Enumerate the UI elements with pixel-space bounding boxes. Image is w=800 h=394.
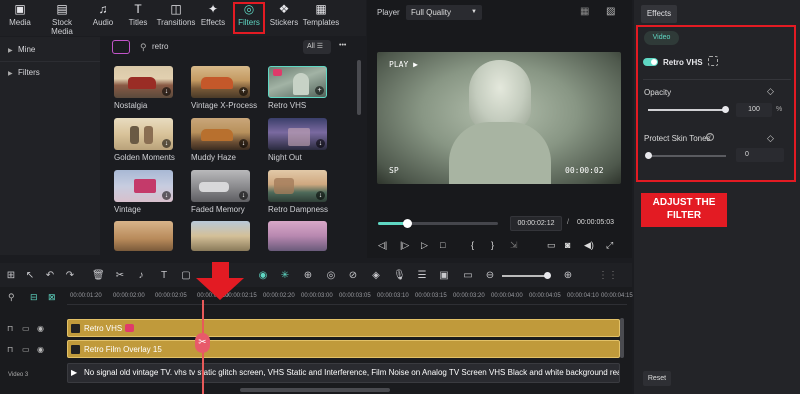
tick-label: 00:00:03:00 (301, 293, 333, 299)
clip-label: No signal old vintage TV. vhs tv static … (84, 368, 620, 377)
filter-clip-icon (71, 324, 80, 333)
effect-name: Retro VHS (663, 58, 703, 67)
arrow-shape (196, 262, 244, 300)
tick-label: 00:00:02:00 (113, 293, 145, 299)
tick-label: 00:00:04:05 (529, 293, 561, 299)
track-type-icon[interactable]: ▭ (22, 345, 30, 354)
scissors-split-icon[interactable]: ✂ (195, 333, 210, 353)
opacity-slider-fill (648, 109, 726, 111)
clip-no-signal-video[interactable]: ▶ No signal old vintage TV. vhs tv stati… (67, 363, 620, 383)
tab-video[interactable]: Video (644, 31, 679, 45)
tick-label: 00:00:04:15 (601, 293, 633, 299)
tick-label: 00:00:04:00 (491, 293, 523, 299)
opacity-label: Opacity (644, 88, 672, 97)
tick-label: 00:00:03:20 (453, 293, 485, 299)
tick-label: 00:00:03:10 (377, 293, 409, 299)
copy-effect-icon[interactable] (708, 56, 718, 66)
clip-retro-vhs[interactable]: Retro VHS (67, 319, 620, 337)
keyframe-diamond-icon[interactable]: ◇ (767, 133, 774, 144)
opacity-value-input[interactable]: 100 (736, 103, 772, 117)
timeline-ruler: 00:00:01:20 00:00:02:00 00:00:02:05 00:0… (0, 0, 633, 300)
timeline-scrollbar[interactable] (240, 388, 390, 392)
keyframe-diamond-icon[interactable]: ◇ (767, 86, 774, 97)
ruler-line (67, 304, 627, 305)
track-name: Video 3 (8, 372, 29, 378)
eye-icon[interactable]: ◉ (37, 324, 44, 333)
video-clip-icon: ▶ (71, 368, 78, 377)
lock-icon[interactable]: ⊓ (7, 324, 13, 333)
toggle-knob (651, 59, 657, 65)
effect-toggle[interactable] (643, 58, 658, 66)
tick-label: 00:00:03:15 (415, 293, 447, 299)
premium-gem-icon (125, 324, 134, 332)
filter-clip-icon (71, 345, 80, 354)
annotation-line: ADJUST THE (652, 197, 716, 208)
clip-retro-film-overlay[interactable]: Retro Film Overlay 15 (67, 340, 620, 358)
skin-slider-knob[interactable] (645, 152, 652, 159)
lock-icon[interactable]: ⊓ (7, 345, 13, 354)
tab-effects-panel[interactable]: Effects (641, 5, 677, 23)
tick-label: 00:00:02:05 (155, 293, 187, 299)
skin-tones-label: Protect Skin Tones (644, 134, 711, 143)
eye-icon[interactable]: ◉ (37, 345, 44, 354)
help-icon[interactable]: ? (706, 133, 714, 141)
timeline-vertical-scrollbar[interactable] (620, 318, 624, 358)
clip-label: Retro VHS (84, 324, 123, 333)
tick-label: 00:00:03:05 (339, 293, 371, 299)
adjust-filter-annotation: ADJUST THE FILTER (641, 193, 727, 227)
divider (643, 79, 791, 80)
skin-slider-track[interactable] (645, 152, 726, 159)
skin-value-input[interactable]: 0 (736, 148, 784, 162)
opacity-slider-knob[interactable] (722, 106, 729, 113)
opacity-unit: % (776, 106, 783, 113)
annotation-line: FILTER (666, 210, 702, 221)
clip-label: Retro Film Overlay 15 (84, 345, 162, 354)
annotation-arrow (196, 262, 244, 300)
tick-label: 00:00:02:20 (263, 293, 295, 299)
tick-label: 00:00:01:20 (70, 293, 102, 299)
opacity-slider-track[interactable] (648, 106, 729, 113)
tick-label: 00:00:04:10 (567, 293, 599, 299)
reset-button[interactable]: Reset (643, 371, 671, 386)
track-type-icon[interactable]: ▭ (22, 324, 30, 333)
